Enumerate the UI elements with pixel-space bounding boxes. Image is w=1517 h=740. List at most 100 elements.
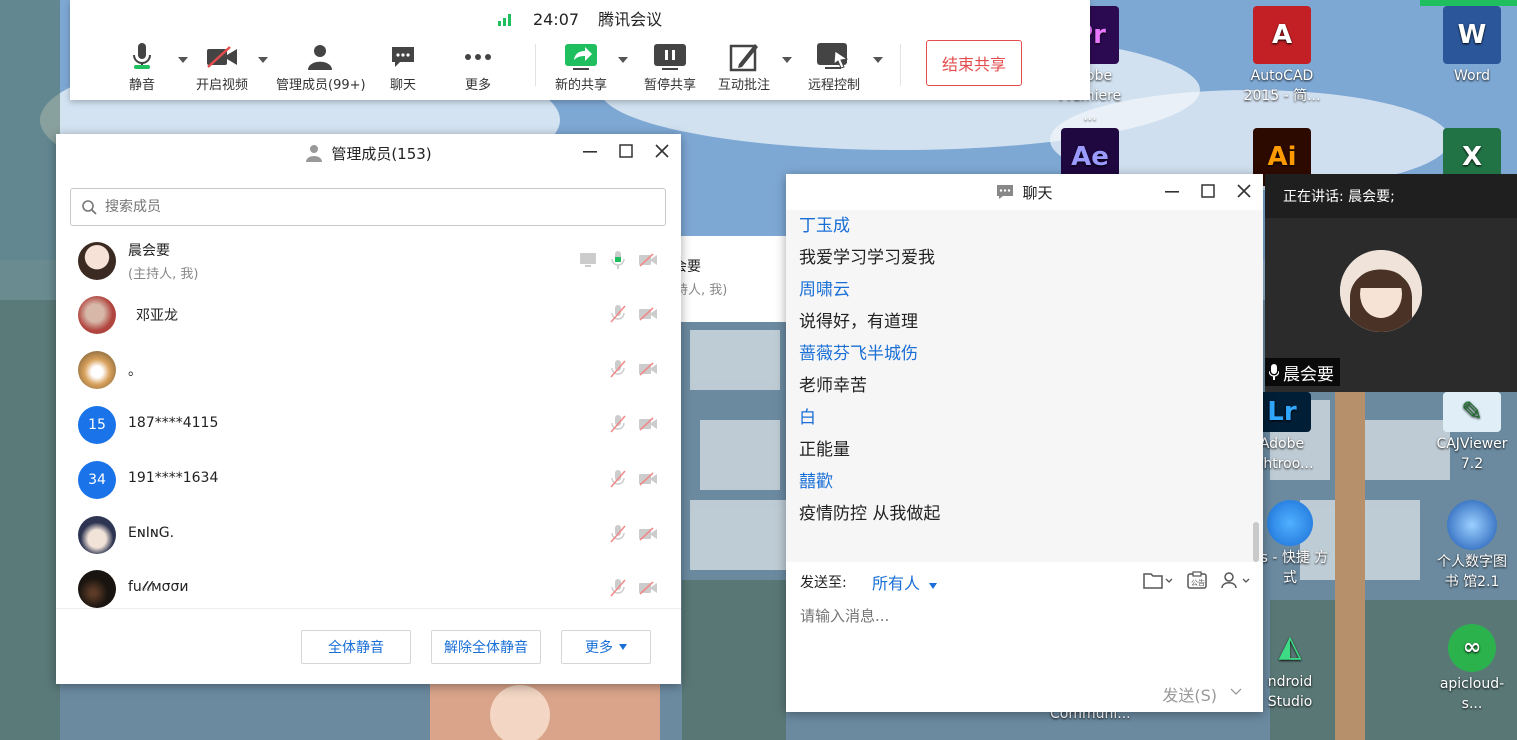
- chat-message: 正能量: [799, 440, 850, 460]
- mute-options-chevron-icon[interactable]: [178, 52, 188, 63]
- chat-bubble-icon: [384, 42, 422, 72]
- maximize-icon[interactable]: [1199, 182, 1217, 200]
- member-row[interactable]: EɴIɴG.: [78, 510, 668, 560]
- autocad-desktop-icon[interactable]: A AutoCAD 2015 - 简...: [1242, 6, 1322, 106]
- microphone-off-icon[interactable]: [608, 304, 628, 324]
- remote-options-chevron-icon[interactable]: [873, 52, 883, 63]
- cajviewer-desktop-icon[interactable]: ✎ CAJViewer 7.2: [1432, 392, 1512, 474]
- word-desktop-icon[interactable]: W Word: [1432, 6, 1512, 86]
- chat-sender: 周啸云: [799, 280, 850, 300]
- desktop-icon-label: CAJViewer 7.2: [1436, 436, 1508, 472]
- chat-sender: 丁玉成: [799, 216, 850, 236]
- pause-share-button[interactable]: 暂停共享: [642, 42, 698, 94]
- desktop-icon-label: AutoCAD 2015 - 简...: [1243, 68, 1321, 104]
- camera-off-icon[interactable]: [638, 524, 658, 544]
- member-name: 晨会要: [128, 243, 170, 259]
- minimize-icon[interactable]: [1163, 182, 1181, 200]
- user-settings-icon[interactable]: [1221, 570, 1251, 590]
- new-share-label: 新的共享: [554, 78, 607, 93]
- member-name: EɴIɴG.: [128, 525, 175, 541]
- microphone-off-icon[interactable]: [608, 359, 628, 379]
- video-options-chevron-icon[interactable]: [258, 52, 268, 63]
- close-icon[interactable]: [1235, 182, 1253, 200]
- member-row[interactable]: 晨会要 (主持人, 我): [78, 236, 668, 286]
- member-row[interactable]: fu𝓁𝓁мσσи: [78, 564, 668, 614]
- camera-off-icon[interactable]: [638, 469, 658, 489]
- member-row[interactable]: 34 191****1634: [78, 455, 668, 505]
- speaking-indicator: 正在讲话: 晨会要;: [1265, 174, 1517, 218]
- mute-label: 静音: [128, 78, 155, 93]
- maximize-icon[interactable]: [617, 142, 635, 160]
- speaker-avatar: [1340, 250, 1422, 332]
- members-title-text: 管理成员(153): [331, 144, 432, 163]
- microphone-on-icon[interactable]: [608, 250, 628, 270]
- annotate-pen-icon: [716, 42, 772, 72]
- apicloud-desktop-icon[interactable]: ∞ apicloud-s...: [1432, 624, 1512, 714]
- camera-off-icon[interactable]: [638, 578, 658, 598]
- minimize-icon[interactable]: [581, 142, 599, 160]
- avatar: [78, 296, 116, 334]
- manage-members-button[interactable]: 管理成员(99+): [276, 42, 366, 94]
- mute-all-button[interactable]: 全体静音: [301, 630, 411, 664]
- chat-label: 聊天: [389, 78, 416, 93]
- digital-library-desktop-icon[interactable]: 个人数字图书 馆2.1: [1432, 500, 1512, 592]
- chat-sender: 白: [799, 408, 816, 428]
- chat-message: 我爱学习学习爱我: [799, 248, 935, 268]
- member-row[interactable]: 邓亚龙: [78, 290, 668, 340]
- camera-off-icon[interactable]: [638, 359, 658, 379]
- remote-control-button[interactable]: 远程控制: [806, 42, 862, 94]
- announcement-icon[interactable]: 公告: [1187, 570, 1207, 590]
- send-to-label: 发送至:: [800, 575, 847, 591]
- chat-button[interactable]: 聊天: [384, 42, 422, 94]
- chat-scrollbar[interactable]: [1253, 522, 1259, 562]
- camera-off-icon[interactable]: [638, 304, 658, 324]
- svg-text:公告: 公告: [1191, 578, 1205, 587]
- member-row[interactable]: 15 187****4115: [78, 400, 668, 450]
- member-name: fu𝓁𝓁мσσи: [128, 579, 189, 595]
- members-more-button[interactable]: 更多: [561, 630, 651, 664]
- send-to-dropdown[interactable]: 所有人: [872, 570, 938, 594]
- remote-control-label: 远程控制: [807, 78, 860, 93]
- mute-button[interactable]: 静音: [122, 42, 162, 94]
- member-search-box[interactable]: [70, 188, 666, 226]
- unmute-all-button[interactable]: 解除全体静音: [431, 630, 541, 664]
- share-screen-icon: [552, 42, 610, 72]
- folder-icon[interactable]: [1143, 570, 1173, 590]
- share-options-chevron-icon[interactable]: [618, 52, 628, 63]
- chat-sender: 蔷薇芬飞半城伤: [799, 344, 918, 364]
- member-name: 。: [128, 363, 142, 379]
- more-label: 更多: [464, 78, 491, 93]
- chat-title-text: 聊天: [1022, 183, 1053, 202]
- more-button[interactable]: 更多: [458, 42, 498, 94]
- end-share-button[interactable]: 结束共享: [926, 40, 1022, 86]
- microphone-off-icon[interactable]: [608, 414, 628, 434]
- send-button[interactable]: 发送(S): [1162, 682, 1217, 706]
- chat-message: 说得好，有道理: [799, 312, 918, 332]
- chat-bubble-icon: [996, 184, 1014, 200]
- new-share-button[interactable]: 新的共享: [552, 42, 610, 94]
- annotate-button[interactable]: 互动批注: [716, 42, 772, 94]
- avatar: [78, 516, 116, 554]
- video-button[interactable]: 开启视频: [190, 42, 254, 94]
- microphone-off-icon[interactable]: [608, 524, 628, 544]
- close-icon[interactable]: [653, 142, 671, 160]
- member-row[interactable]: 。: [78, 345, 668, 395]
- chat-window: 聊天 丁玉成 我爱学习学习爱我 周啸云 说得好，有道理 蔷薇芬飞半城伤 老师幸苦…: [786, 174, 1263, 712]
- send-options-chevron-icon[interactable]: [1229, 684, 1245, 700]
- speaker-name: 晨会要: [1283, 364, 1334, 385]
- chat-message-list[interactable]: 丁玉成 我爱学习学习爱我 周啸云 说得好，有道理 蔷薇芬飞半城伤 老师幸苦 白 …: [786, 210, 1263, 562]
- pause-icon: [642, 42, 698, 72]
- microphone-off-icon[interactable]: [608, 578, 628, 598]
- members-footer-divider: [56, 608, 681, 609]
- member-search-input[interactable]: [103, 198, 665, 216]
- chat-message-input[interactable]: [798, 600, 1252, 632]
- member-name: 191****1634: [128, 470, 219, 486]
- app-title: 腾讯会议: [598, 10, 663, 29]
- active-speaker-panel: 正在讲话: 晨会要; 晨会要: [1265, 174, 1517, 392]
- avatar: [78, 242, 116, 280]
- camera-off-icon[interactable]: [638, 414, 658, 434]
- camera-off-icon[interactable]: [638, 250, 658, 270]
- microphone-off-icon[interactable]: [608, 469, 628, 489]
- speaker-name-tag: 晨会要: [1265, 358, 1340, 386]
- annotate-options-chevron-icon[interactable]: [782, 52, 792, 63]
